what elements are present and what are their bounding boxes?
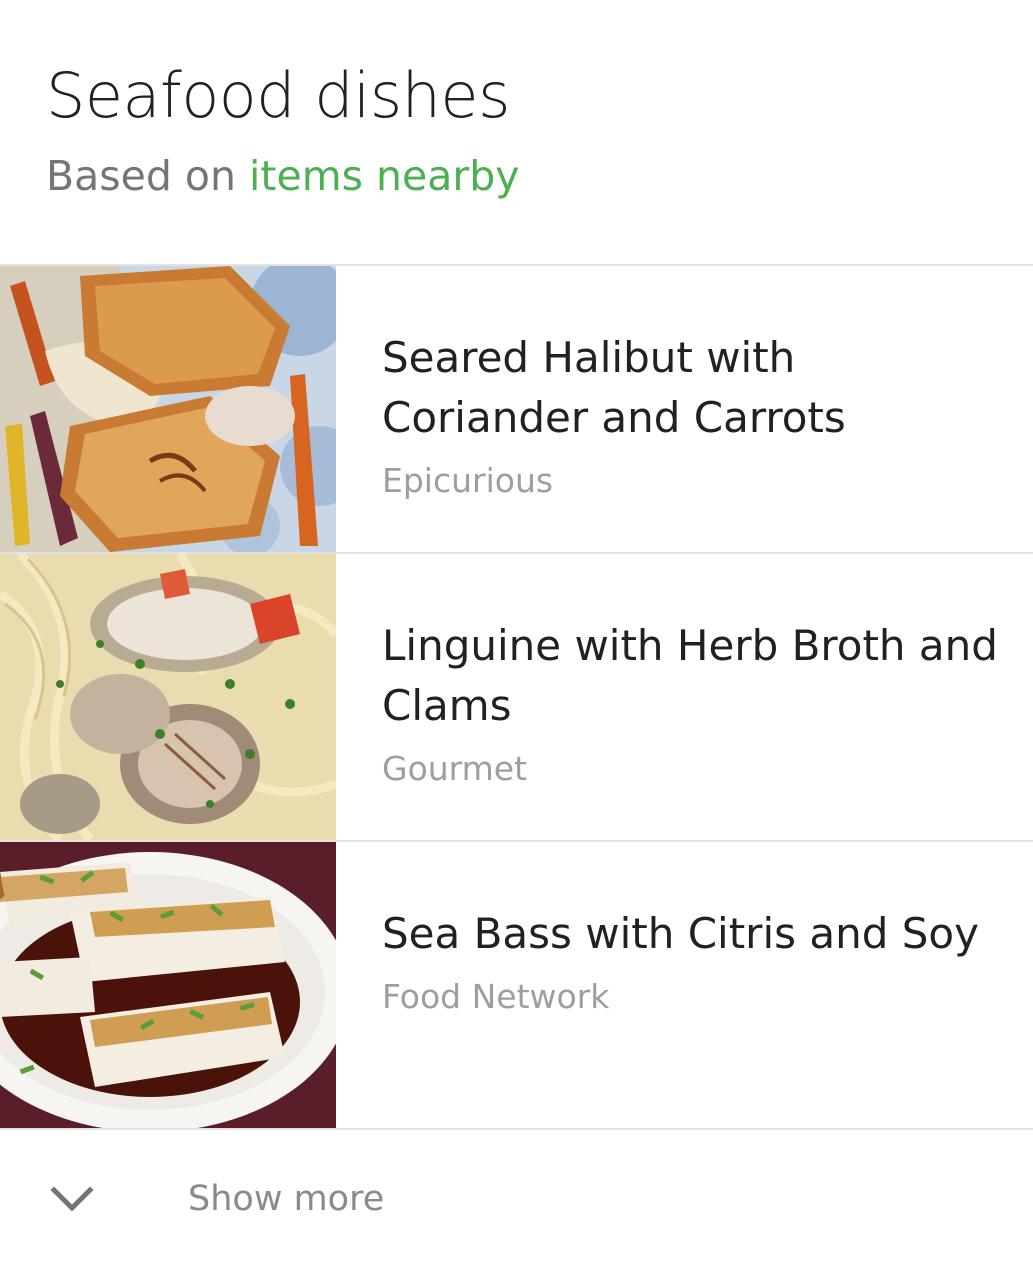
card-subtitle: Based on items nearby: [46, 148, 520, 204]
items-nearby-link[interactable]: items nearby: [249, 152, 520, 200]
show-more-label: Show more: [188, 1179, 385, 1219]
dish-source: Epicurious: [382, 461, 554, 500]
dish-source: Food Network: [382, 977, 610, 1016]
dish-title: Linguine with Herb Broth and Clams: [382, 621, 998, 730]
divider: [0, 1128, 1033, 1130]
dish-row-linguine[interactable]: Linguine with Herb Broth and Clams Gourm…: [0, 554, 1033, 840]
dish-title: Seared Halibut with Coriander and Carrot…: [382, 333, 846, 442]
dish-text: Linguine with Herb Broth and Clams Gourm…: [382, 616, 1002, 792]
recipe-card: Seafood dishes Based on items nearby Sea…: [0, 0, 1033, 1272]
dish-text: Seared Halibut with Coriander and Carrot…: [382, 328, 1002, 504]
subtitle-prefix: Based on: [46, 152, 249, 200]
card-title: Seafood dishes: [46, 59, 510, 132]
dish-source: Gourmet: [382, 749, 528, 788]
card-header: Seafood dishes Based on items nearby: [0, 0, 1033, 264]
sea-bass-photo[interactable]: [0, 842, 336, 1128]
dish-row-sea-bass[interactable]: Sea Bass with Citris and Soy Food Networ…: [0, 842, 1033, 1128]
dish-text: Sea Bass with Citris and Soy Food Networ…: [382, 904, 1002, 1020]
show-more-button[interactable]: Show more: [0, 1132, 1033, 1272]
dish-row-halibut[interactable]: Seared Halibut with Coriander and Carrot…: [0, 266, 1033, 552]
halibut-photo[interactable]: [0, 266, 336, 552]
linguine-clams-photo[interactable]: [0, 554, 336, 840]
dish-title: Sea Bass with Citris and Soy: [382, 909, 979, 958]
chevron-down-icon: [50, 1186, 94, 1212]
